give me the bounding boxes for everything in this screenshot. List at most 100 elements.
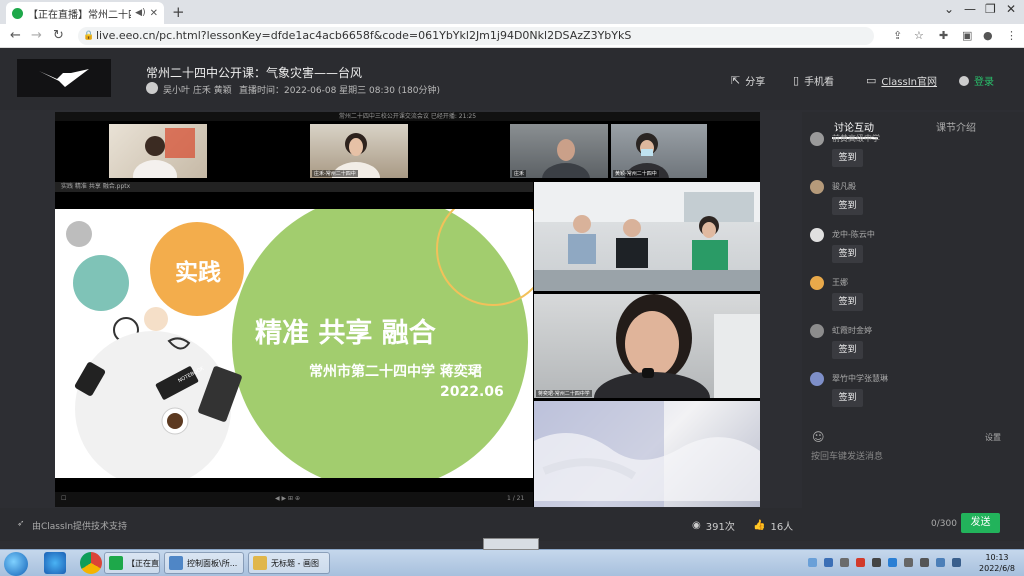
ppt-menu-icon[interactable]: ☐ <box>61 495 66 502</box>
tray-icon[interactable] <box>952 558 961 567</box>
send-button[interactable]: 发送 <box>961 513 1000 533</box>
mobile-view-button[interactable]: ▯ 手机看 <box>793 73 834 88</box>
ppt-controls: ☐ ◀ ▶ ⊞ ⊕ 1 / 21 <box>55 492 533 507</box>
phone-icon: ▯ <box>793 74 800 87</box>
bookmark-star-icon[interactable]: ☆ <box>914 29 924 42</box>
view-count: ◉ 391次 <box>692 518 735 533</box>
tray-icon[interactable] <box>872 558 881 567</box>
clock-date: 2022/6/8 <box>979 564 1015 573</box>
tab-lesson-intro[interactable]: 课节介绍 <box>936 119 976 134</box>
thumbs-up-icon: 👍 <box>753 520 766 531</box>
avatar <box>810 132 824 146</box>
like-count-label: 16人 <box>770 522 794 533</box>
volume-icon[interactable] <box>920 558 929 567</box>
browser-menu-icon[interactable]: ⋮ <box>1006 29 1017 42</box>
tray-icon[interactable] <box>808 558 817 567</box>
checkin-button[interactable]: 签到 <box>832 341 863 359</box>
taskbar-task-browser[interactable]: 【正在直播】... <box>104 552 160 574</box>
side-panel-icon[interactable]: ▣ <box>962 29 972 42</box>
ppt-nav-icons[interactable]: ◀ ▶ ⊞ ⊕ <box>275 495 300 502</box>
speaker-video <box>594 294 760 398</box>
browser-tab-strip: 【正在直播】常州二十四中公 ◀) ✕ + ⌄ — ❐ ✕ <box>0 0 1024 24</box>
chat-username: 骏凡殿 <box>832 182 856 191</box>
audio-playing-icon[interactable]: ◀) <box>135 8 145 18</box>
chat-username: 王娜 <box>832 278 848 287</box>
slide-badge: 实践 <box>175 260 221 286</box>
checkin-button[interactable]: 签到 <box>832 389 863 407</box>
classroom-video <box>534 182 760 291</box>
login-button[interactable]: 登录 <box>959 73 994 88</box>
participant-tile[interactable]: 蒋奕珺-常州二十四中学 <box>534 294 760 398</box>
tray-icon[interactable] <box>936 558 945 567</box>
classin-bird-icon <box>39 69 89 87</box>
forward-arrow-icon[interactable]: → <box>31 28 42 43</box>
classin-logo[interactable] <box>17 59 111 97</box>
taskbar-task-paint[interactable]: 无标题 - 画图 <box>248 552 330 574</box>
teacher-names: 吴小叶 庄禾 黄颖 <box>163 86 232 96</box>
chat-input-placeholder[interactable]: 按回车键发送消息 <box>811 449 883 462</box>
reload-icon[interactable]: ↻ <box>53 28 64 43</box>
participant-name: 庄禾 <box>512 170 527 177</box>
start-button[interactable] <box>4 552 28 576</box>
tab-discussion[interactable]: 讨论互动 <box>834 119 874 134</box>
live-time: 直播时间：2022-06-08 星期三 08:30 (180分钟) <box>239 86 441 96</box>
address-bar[interactable]: 🔒 live.eeo.cn/pc.html?lessonKey=dfde1ac4… <box>78 27 874 45</box>
char-counter: 0/300 <box>931 519 957 529</box>
checkin-button[interactable]: 签到 <box>832 293 863 311</box>
chat-settings-button[interactable]: 设置 <box>985 432 1001 443</box>
teacher-avatar <box>146 82 158 94</box>
eye-icon: ◉ <box>692 520 701 531</box>
classin-site-link[interactable]: ▭ ClassIn官网 <box>866 73 937 88</box>
participant-name: 黄颖-常州二十四中 <box>613 170 659 177</box>
chrome-icon[interactable] <box>80 552 102 574</box>
window-close-icon[interactable]: ✕ <box>1006 2 1016 16</box>
checkin-button[interactable]: 签到 <box>832 197 863 215</box>
checkin-button[interactable]: 签到 <box>832 245 863 263</box>
share-page-icon[interactable]: ⇪ <box>893 29 902 42</box>
lesson-title: 常州二十四中公开课：气象灾害——台风 <box>146 66 363 80</box>
profile-icon[interactable]: ● <box>983 29 993 42</box>
window-minimize-icon[interactable]: — <box>964 2 976 16</box>
tray-icon[interactable] <box>840 558 849 567</box>
windows-taskbar: 【正在直播】... 控制面板\所... 无标题 - 画图 10:13 2022/… <box>0 538 1024 576</box>
task-label: 无标题 - 画图 <box>271 558 319 568</box>
like-count[interactable]: 👍 16人 <box>753 518 793 533</box>
new-tab-icon[interactable]: + <box>172 3 185 21</box>
tray-icon[interactable] <box>888 558 897 567</box>
emoji-icon[interactable]: ☺ <box>812 430 825 444</box>
taskbar-task-control-panel[interactable]: 控制面板\所... <box>164 552 244 574</box>
participant-video <box>133 128 195 178</box>
website-icon: ▭ <box>866 74 877 87</box>
participant-tile[interactable]: 黄颖-常州二十四中 <box>611 124 707 178</box>
browser-tab-active[interactable]: 【正在直播】常州二十四中公 ◀) ✕ <box>6 2 164 24</box>
network-icon[interactable] <box>904 558 913 567</box>
system-clock[interactable]: 10:13 2022/6/8 <box>972 552 1022 574</box>
slide-date: 2022.06 <box>440 384 504 400</box>
tab-close-icon[interactable]: ✕ <box>150 8 158 19</box>
live-video-player[interactable]: 常州二十四中三校公开课交流会议 已经开播: 21:25 庄禾-常州二十四中 庄禾 <box>55 112 760 507</box>
back-arrow-icon[interactable]: ← <box>10 28 21 43</box>
slide-headline: 精准 共享 融合 <box>255 318 436 349</box>
login-label: 登录 <box>974 77 994 88</box>
participant-name: 蒋奕珺-常州二十四中学 <box>536 390 592 397</box>
tab-search-chevron-icon[interactable]: ⌄ <box>944 2 954 16</box>
ime-toolbar[interactable] <box>483 538 539 550</box>
participant-tile[interactable] <box>534 182 760 291</box>
site-header: 常州二十四中公开课：气象灾害——台风 吴小叶 庄禾 黄颖 直播时间：2022-0… <box>0 48 1024 110</box>
ie-icon[interactable] <box>44 552 66 574</box>
participant-tile[interactable] <box>109 124 207 178</box>
share-button[interactable]: ⇱ 分享 <box>731 73 765 88</box>
pdf-tray-icon[interactable] <box>856 558 865 567</box>
checkin-button[interactable]: 签到 <box>832 149 863 167</box>
chat-input-area[interactable]: ☺ 设置 按回车键发送消息 <box>802 426 1024 508</box>
participant-tile[interactable]: 庄禾 <box>510 124 608 178</box>
avatar <box>810 228 824 242</box>
participant-tile[interactable] <box>534 401 760 507</box>
bluetooth-icon[interactable] <box>824 558 833 567</box>
clock-time: 10:13 <box>985 553 1009 562</box>
url-text: live.eeo.cn/pc.html?lessonKey=dfde1ac4ac… <box>96 29 632 42</box>
extensions-icon[interactable]: ✚ <box>939 29 948 42</box>
window-restore-icon[interactable]: ❐ <box>985 2 996 16</box>
browser-toolbar: ← → ↻ 🔒 live.eeo.cn/pc.html?lessonKey=df… <box>0 24 1024 48</box>
participant-tile[interactable]: 庄禾-常州二十四中 <box>310 124 408 178</box>
